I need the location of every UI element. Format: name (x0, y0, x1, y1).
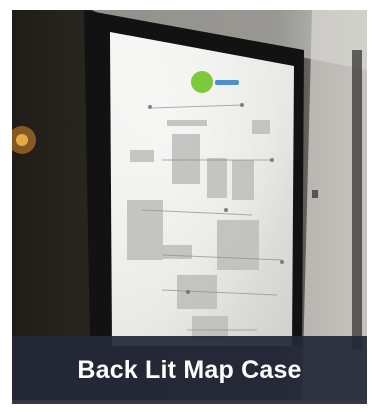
caption-bar: Back Lit Map Case (12, 336, 367, 404)
image-card: Back Lit Map Case (0, 0, 379, 412)
circular-green-logo-icon (191, 71, 213, 93)
caption-title: Back Lit Map Case (77, 355, 302, 384)
